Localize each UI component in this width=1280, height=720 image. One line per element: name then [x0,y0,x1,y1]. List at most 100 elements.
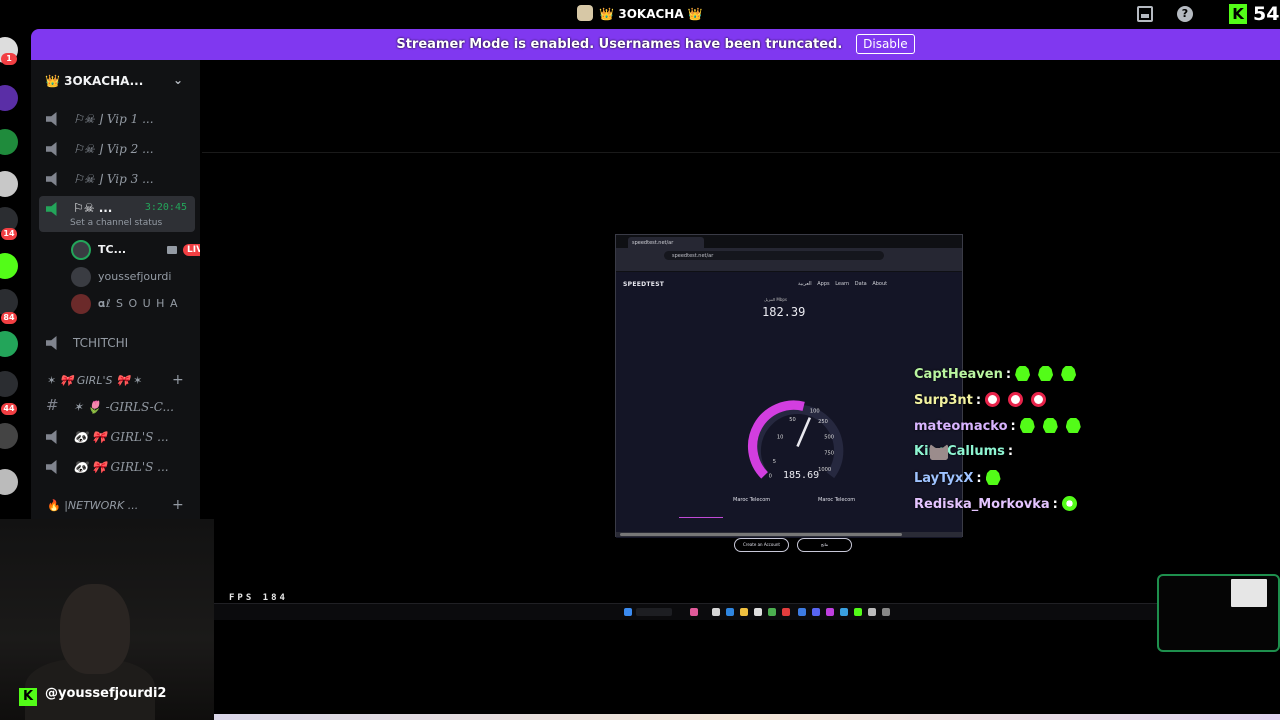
gauge-tick: 50 [789,417,796,423]
help-icon[interactable]: ? [1177,6,1193,22]
secondary-webcam [1157,574,1280,652]
speaker-icon [46,202,57,216]
chat-message: CaptHeaven: [914,366,1154,392]
gauge-tick: 750 [824,451,834,457]
mention-badge: 1 [1,53,17,65]
fps-counter: FPS 184 [229,593,288,603]
speed-gauge: 5 10 50 100 250 500 750 1000 0 [747,400,844,479]
channel-label: ⚐☠︎ ⌋ Vip 2 ... [73,142,154,156]
category-label: ✶ 🎀 GIRL'S 🎀 ✶ [47,374,143,387]
red-emote-icon [985,392,1001,407]
voice-channel-vip1[interactable]: ⚐☠︎ ⌋ Vip 1 ... [39,106,195,132]
voice-channel-tchitchi[interactable]: TCHITCHI [39,330,195,356]
inbox-icon[interactable] [1137,6,1153,22]
taskbar-app-icon [840,608,848,616]
chat-separator: : [1007,444,1014,459]
gauge-tick: 5 [773,459,776,465]
gauge-tick: 10 [777,434,784,440]
server-icon-2[interactable] [0,85,18,111]
server-icon-6[interactable] [0,253,18,279]
voice-channel-active[interactable]: ⚐☠︎ ... 3:20:45 Set a channel status [39,196,195,232]
mention-badge: 84 [1,312,17,324]
start-icon [624,608,632,616]
server-rail: 1 14 84 44 [0,29,31,519]
chat-username[interactable]: LayTyxX [914,471,973,486]
voice-user-name: youssefjourdi [98,270,172,283]
voice-channel-girls-1[interactable]: 🐼 🎀 GIRL'S ... [39,424,195,450]
voice-channel-girls-2[interactable]: 🐼 🎀 GIRL'S ... [39,454,195,480]
server-icon-11[interactable] [0,469,18,495]
avatar [71,267,91,287]
category-network[interactable]: 🔥 |NETWORK ... + [47,497,184,513]
camera-icon [167,246,177,254]
text-channel-girls-chat[interactable]: # ✶ 🌷 -GIRLS-C... [39,394,195,420]
channel-label: ⚐☠︎ ⌋ Vip 3 ... [73,172,154,186]
stream-screen: 👑 3OKACHA 👑 ? K 54 Streamer Mode is enab… [0,0,1280,720]
add-channel-icon[interactable]: + [172,372,184,388]
taskbar-app-icon [782,608,790,616]
speedtest-nav[interactable]: العربية Apps Learn Data About [798,281,887,287]
results-button[interactable]: نتائج [797,538,852,552]
chat-username[interactable]: Rediska_Morkovka [914,497,1050,512]
taskbar-app-icon [826,608,834,616]
chat-message: KingCallums: [914,444,1154,470]
kick-emote-icon [1042,418,1058,433]
avatar [71,240,91,260]
speedtest-page: SPEEDTEST العربية Apps Learn Data About … [616,272,962,552]
server-icon-4[interactable] [0,171,18,197]
horizontal-scrollbar[interactable] [616,532,962,537]
gauge-tick: 100 [810,409,820,415]
browser-toolbar: speedtest.net/ar [616,248,962,262]
streamer-handle: K @youssefjourdi2 [19,682,166,706]
chat-separator: : [1010,419,1016,434]
chat-username[interactable]: mateomacko [914,419,1008,434]
browser-tab[interactable]: speedtest.net/ar [628,237,704,248]
gauge-tick: 0 [769,473,772,479]
chat-message: Rediska_Morkovka: [914,496,1154,522]
mention-badge: 44 [1,403,17,415]
server-icon-9[interactable] [0,371,18,397]
speaker-icon [46,142,57,156]
speaker-icon [46,112,57,126]
call-timer: 3:20:45 [144,202,187,213]
speaker-icon [46,460,57,474]
add-channel-icon[interactable]: + [172,497,184,513]
isp-left: Maroc Telecom [733,497,771,503]
server-icon [577,5,594,21]
chat-message: LayTyxX: [914,470,1154,496]
red-emote-icon [1031,392,1047,407]
server-icon-8[interactable] [0,331,18,357]
category-girls[interactable]: ✶ 🎀 GIRL'S 🎀 ✶ + [47,372,184,388]
progress-line [679,517,723,518]
create-account-button[interactable]: Create an Account [734,538,789,552]
bottom-strip [214,714,1280,720]
avatar [71,294,91,314]
scrollbar-thumb[interactable] [620,533,902,536]
category-label: |NETWORK ... [64,499,139,512]
chat-username[interactable]: KingCallums [914,444,1005,459]
chat-username[interactable]: Surp3nt [914,393,973,408]
gauge-tick: 250 [818,419,828,425]
chat-separator: : [1005,367,1012,382]
kick-emote-icon [1061,366,1077,381]
channel-label: ⚐☠︎ ... [73,201,113,215]
channel-sidebar: 👑 3OKACHA... ⌄ ⚐☠︎ ⌋ Vip 1 ... ⚐☠︎ ⌋ Vip… [31,60,214,520]
chat-separator: : [975,393,982,408]
voice-channel-vip2[interactable]: ⚐☠︎ ⌋ Vip 2 ... [39,136,195,162]
server-icon-3[interactable] [0,129,18,155]
disable-button[interactable]: Disable [856,34,915,54]
folder-icon [740,608,748,616]
server-icon-10[interactable] [0,423,18,449]
chat-username[interactable]: CaptHeaven [914,367,1003,382]
voice-channel-vip3[interactable]: ⚐☠︎ ⌋ Vip 3 ... [39,166,195,192]
address-bar[interactable]: speedtest.net/ar [664,251,884,260]
channel-status-prompt[interactable]: Set a channel status [70,218,162,228]
taskbar-app-icon [868,608,876,616]
server-header[interactable]: 👑 3OKACHA... ⌄ [45,73,195,90]
kick-emote-icon [1019,418,1035,433]
browser-window: speedtest.net/ar speedtest.net/ar SPEEDT… [615,234,963,552]
chat-separator: : [976,471,982,486]
chat-overlay: CaptHeaven: Surp3nt: mateomacko: KingCallum… [914,366,1154,522]
kick-emote-icon [985,470,1001,485]
kick-icon [854,608,862,616]
